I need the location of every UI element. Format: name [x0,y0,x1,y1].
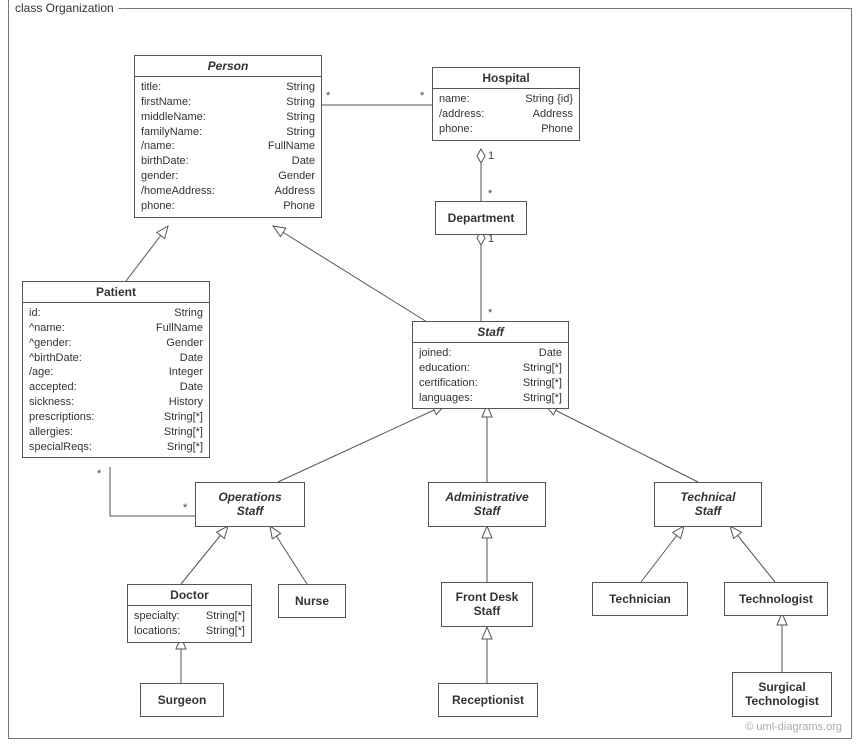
class-attrs: name:String {id} /address:Address phone:… [433,89,579,140]
class-surgeon: Surgeon [140,683,224,717]
mult-person-hospital-right: * [420,90,424,102]
class-hospital: Hospital name:String {id} /address:Addre… [432,67,580,141]
class-receptionist: Receptionist [438,683,538,717]
class-technical-staff: TechnicalStaff [654,482,762,527]
class-department: Department [435,201,527,235]
class-title: Department [436,208,526,228]
class-title: Front DeskStaff [442,587,532,622]
class-attrs: id:String ^name:FullName ^gender:Gender … [23,303,209,457]
class-title: Nurse [279,591,345,611]
class-title: Staff [413,322,568,343]
class-title: Person [135,56,321,77]
class-technologist: Technologist [724,582,828,616]
class-title: Technician [593,589,687,609]
uml-canvas: class Organization [0,0,860,747]
class-title: Surgeon [141,690,223,710]
mult-hospital-dept-top: 1 [488,150,494,162]
class-title: Hospital [433,68,579,89]
class-title: SurgicalTechnologist [733,677,831,712]
class-person: Person title:String firstName:String mid… [134,55,322,218]
class-title: Doctor [128,585,251,606]
class-title: Receptionist [439,690,537,710]
class-operations-staff: OperationsStaff [195,482,305,527]
mult-dept-staff-bottom: * [488,307,492,319]
mult-dept-staff-top: 1 [488,233,494,245]
class-staff: Staff joined:Date education:String[*] ce… [412,321,569,409]
class-technician: Technician [592,582,688,616]
package-title: class Organization [8,0,125,16]
mult-person-hospital-left: * [326,90,330,102]
class-title: OperationsStaff [196,487,304,522]
class-admin-staff: AdministrativeStaff [428,482,546,527]
mult-patient-ops-left: * [97,468,101,480]
class-surgical-tech: SurgicalTechnologist [732,672,832,717]
class-title: AdministrativeStaff [429,487,545,522]
class-nurse: Nurse [278,584,346,618]
watermark: © uml-diagrams.org [745,721,842,733]
class-title: Patient [23,282,209,303]
class-title: Technologist [725,589,827,609]
class-attrs: title:String firstName:String middleName… [135,77,321,217]
class-attrs: specialty:String[*] locations:String[*] [128,606,251,642]
mult-hospital-dept-bottom: * [488,188,492,200]
class-title: TechnicalStaff [655,487,761,522]
class-doctor: Doctor specialty:String[*] locations:Str… [127,584,252,643]
mult-patient-ops-right: * [183,502,187,514]
class-patient: Patient id:String ^name:FullName ^gender… [22,281,210,458]
class-attrs: joined:Date education:String[*] certific… [413,343,568,408]
class-front-desk: Front DeskStaff [441,582,533,627]
